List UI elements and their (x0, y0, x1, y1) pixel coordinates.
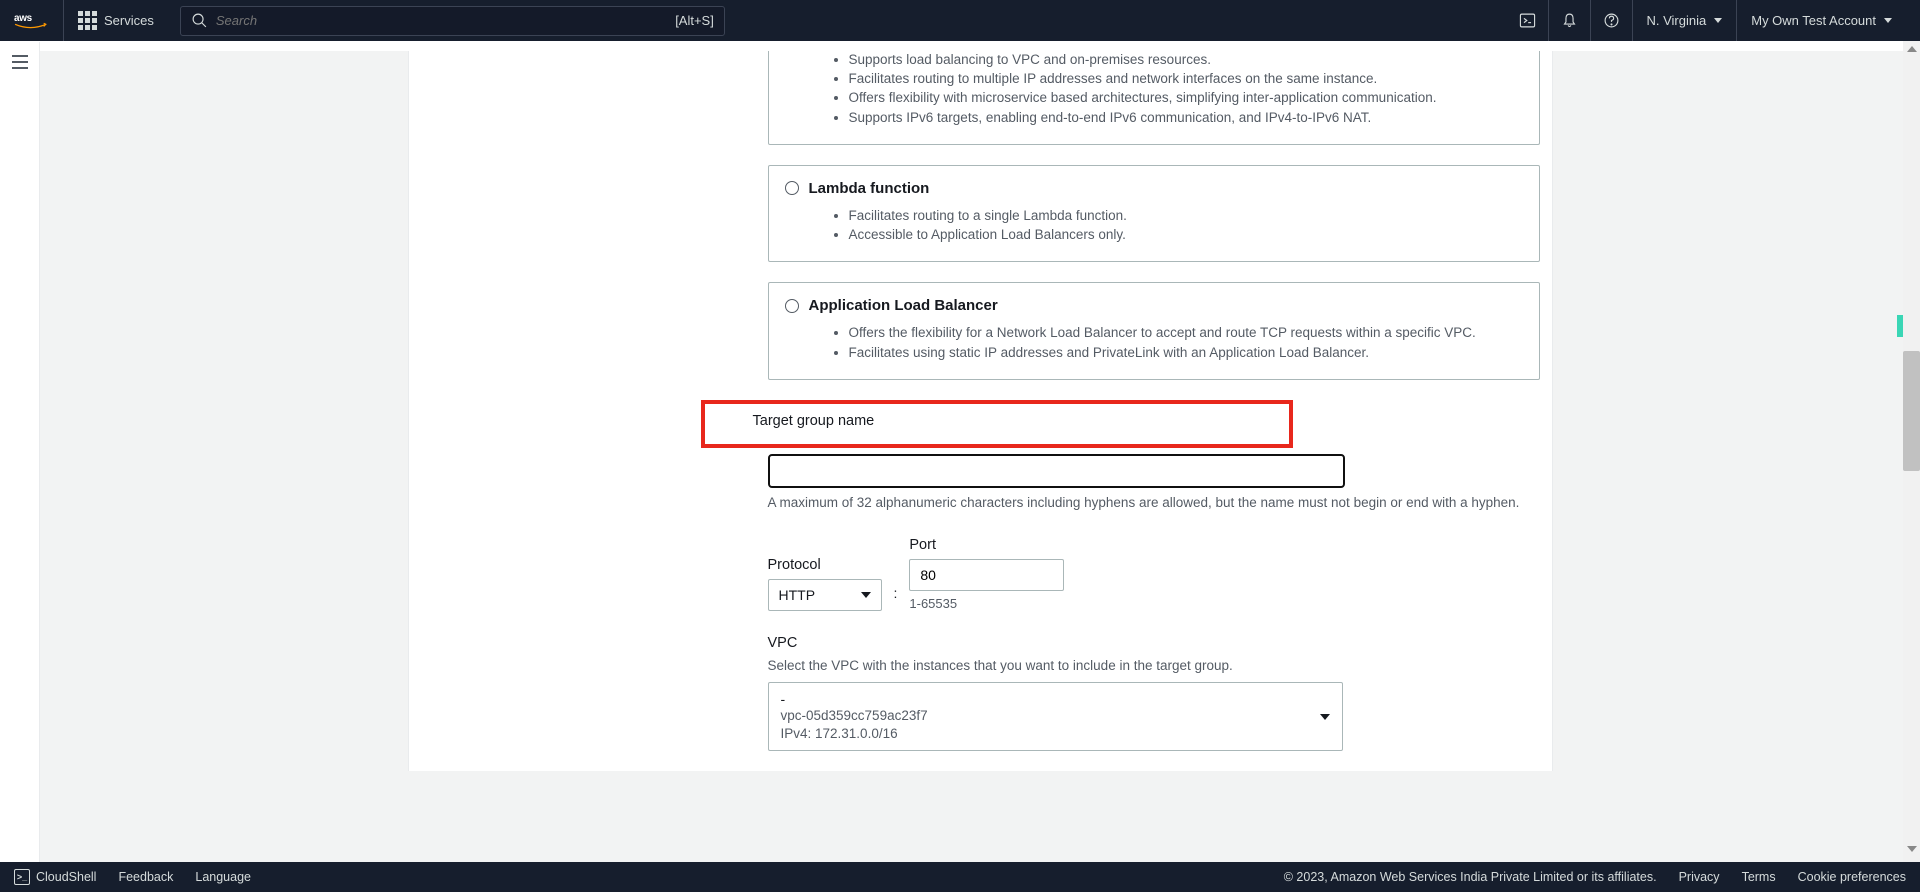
top-nav: aws Services [Alt+S] N. Virginia (0, 0, 1920, 41)
account-label: My Own Test Account (1751, 13, 1876, 28)
bullet: Facilitates using static IP addresses an… (849, 344, 1523, 362)
top-nav-right: N. Virginia My Own Test Account (1507, 0, 1907, 41)
vpc-help: Select the VPC with the instances that y… (768, 657, 1540, 676)
help-button[interactable] (1590, 0, 1632, 41)
footer-right: © 2023, Amazon Web Services India Privat… (1284, 870, 1906, 884)
feedback-link[interactable]: Feedback (118, 870, 173, 884)
vpc-block: VPC Select the VPC with the instances th… (768, 635, 1540, 752)
bullet: Facilitates routing to a single Lambda f… (849, 207, 1523, 225)
scrollbar[interactable] (1903, 41, 1920, 862)
cloudshell-link[interactable]: >_ CloudShell (14, 869, 96, 885)
option-lambda-title: Lambda function (809, 180, 930, 197)
scroll-marker (1897, 315, 1903, 337)
footer: >_ CloudShell Feedback Language © 2023, … (0, 862, 1920, 892)
footer-left: >_ CloudShell Feedback Language (14, 869, 251, 885)
bullet: Offers the flexibility for a Network Loa… (849, 324, 1523, 342)
services-button[interactable]: Services (78, 11, 168, 30)
cookies-link[interactable]: Cookie preferences (1798, 870, 1906, 884)
cloudshell-icon: >_ (14, 869, 30, 885)
chevron-down-icon (861, 592, 871, 598)
protocol-label: Protocol (768, 557, 882, 573)
scroll-up-arrow[interactable] (1907, 46, 1917, 52)
notifications-button[interactable] (1548, 0, 1590, 41)
target-type-option-lambda[interactable]: Lambda function Facilitates routing to a… (768, 165, 1540, 262)
bullet: Offers flexibility with microservice bas… (849, 89, 1523, 107)
protocol-select[interactable]: HTTP (768, 579, 882, 611)
option-alb-title: Application Load Balancer (809, 297, 998, 314)
tg-name-input[interactable] (768, 454, 1345, 488)
services-label: Services (104, 13, 154, 28)
vpc-cidr: IPv4: 172.31.0.0/16 (781, 725, 928, 744)
colon-separator: : (894, 585, 898, 611)
account-selector[interactable]: My Own Test Account (1736, 0, 1906, 41)
bullet: Supports IPv6 targets, enabling end-to-e… (849, 109, 1523, 127)
protocol-port-row: Protocol HTTP : Port 1-65535 (768, 537, 1540, 611)
region-selector[interactable]: N. Virginia (1632, 0, 1737, 41)
terminal-icon (1519, 12, 1536, 29)
target-type-option-ip[interactable]: Supports load balancing to VPC and on-pr… (768, 51, 1540, 145)
bullet: Accessible to Application Load Balancers… (849, 226, 1523, 244)
option-ip-bullets: Supports load balancing to VPC and on-pr… (849, 51, 1523, 127)
cloudshell-icon-button[interactable] (1507, 0, 1548, 41)
option-lambda-bullets: Facilitates routing to a single Lambda f… (849, 207, 1523, 244)
bell-icon (1561, 12, 1578, 29)
vpc-label: VPC (768, 635, 1540, 651)
radio-lambda[interactable] (785, 181, 799, 195)
vpc-dash: - (781, 691, 928, 707)
copyright-text: © 2023, Amazon Web Services India Privat… (1284, 870, 1657, 884)
protocol-value: HTTP (779, 587, 816, 603)
terms-link[interactable]: Terms (1742, 870, 1776, 884)
cloudshell-label: CloudShell (36, 870, 96, 884)
tg-name-label: Target group name (753, 413, 1289, 429)
region-label: N. Virginia (1647, 13, 1707, 28)
page-body: Supports load balancing to VPC and on-pr… (40, 51, 1920, 872)
chevron-down-icon (1714, 18, 1722, 23)
scroll-down-arrow[interactable] (1907, 846, 1917, 852)
radio-alb[interactable] (785, 299, 799, 313)
chevron-down-icon (1884, 18, 1892, 23)
scroll-thumb[interactable] (1903, 351, 1920, 471)
port-label: Port (909, 537, 1064, 553)
option-alb-bullets: Offers the flexibility for a Network Loa… (849, 324, 1523, 361)
bullet: Supports load balancing to VPC and on-pr… (849, 51, 1523, 69)
search-input[interactable] (216, 13, 616, 28)
vpc-select[interactable]: - vpc-05d359cc759ac23f7 IPv4: 172.31.0.0… (768, 682, 1343, 752)
vpc-id: vpc-05d359cc759ac23f7 (781, 707, 928, 726)
search-shortcut: [Alt+S] (675, 13, 714, 28)
grid-icon (78, 11, 97, 30)
port-range-help: 1-65535 (909, 596, 1064, 611)
port-input[interactable] (909, 559, 1064, 591)
form-column: Supports load balancing to VPC and on-pr… (768, 51, 1540, 751)
target-type-option-alb[interactable]: Application Load Balancer Offers the fle… (768, 282, 1540, 379)
privacy-link[interactable]: Privacy (1679, 870, 1720, 884)
tg-name-help: A maximum of 32 alphanumeric characters … (768, 494, 1540, 513)
help-icon (1603, 12, 1620, 29)
content-panel: Supports load balancing to VPC and on-pr… (408, 51, 1553, 771)
side-nav-toggle[interactable] (12, 55, 28, 69)
search-icon (191, 12, 208, 29)
language-link[interactable]: Language (195, 870, 251, 884)
highlight-annotation: Target group name (701, 400, 1293, 448)
search-box[interactable]: [Alt+S] (180, 6, 725, 36)
top-nav-left: aws Services [Alt+S] (14, 0, 725, 41)
side-nav-strip (0, 42, 40, 862)
bullet: Facilitates routing to multiple IP addre… (849, 70, 1523, 88)
svg-text:aws: aws (14, 13, 33, 24)
aws-logo[interactable]: aws (14, 0, 64, 41)
chevron-down-icon (1320, 714, 1330, 720)
